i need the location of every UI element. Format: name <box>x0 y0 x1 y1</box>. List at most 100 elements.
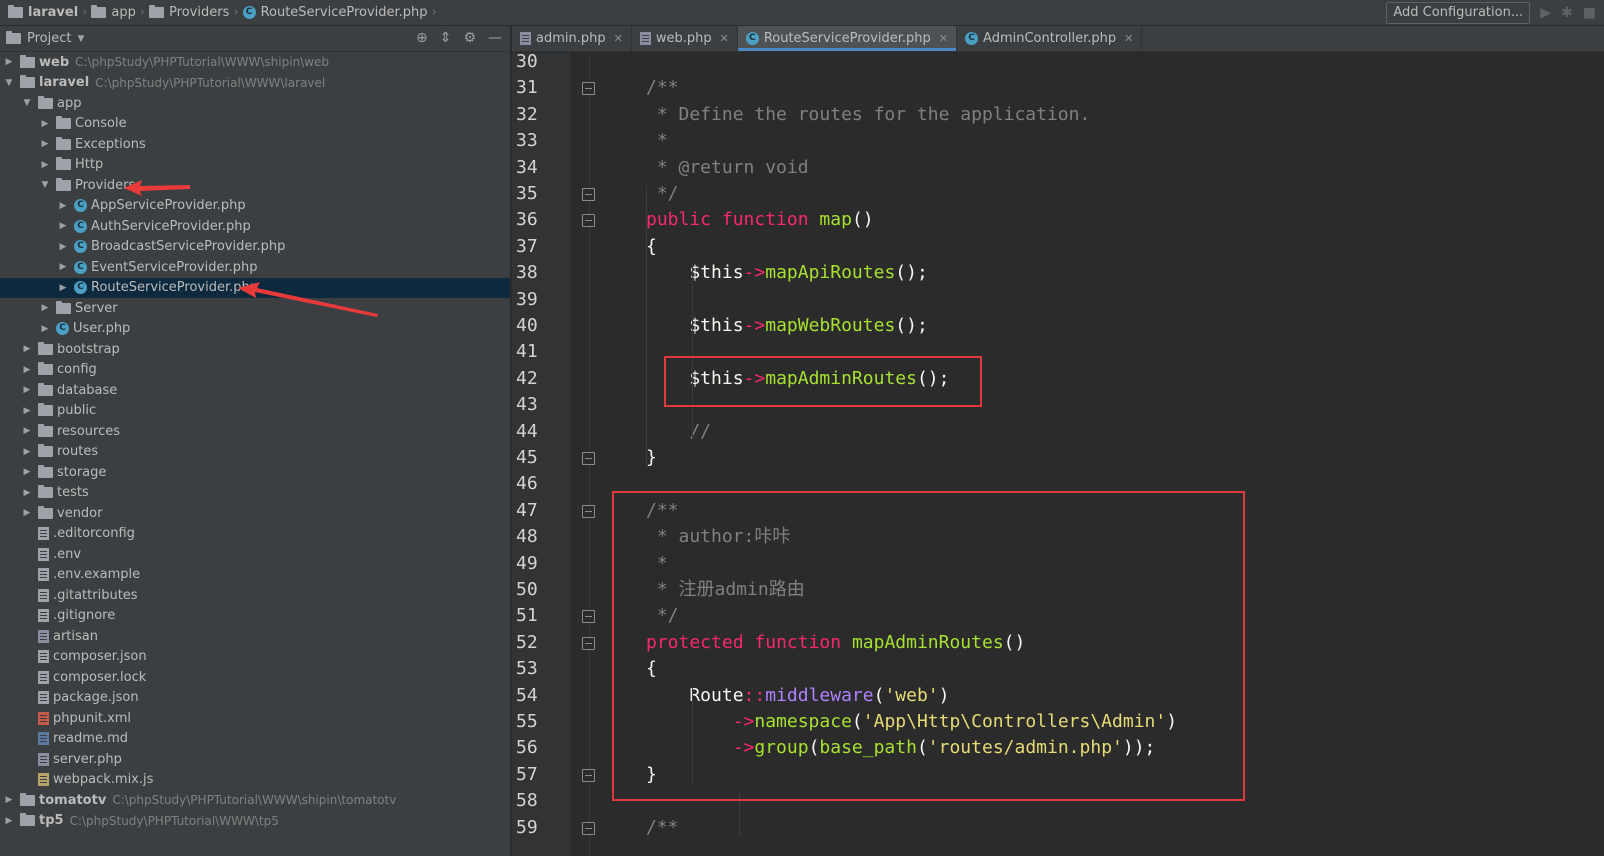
tree-item-resources[interactable]: ▶ resources <box>0 421 510 442</box>
tree-item-database[interactable]: ▶ database <box>0 380 510 401</box>
gear-icon[interactable]: ⚙ <box>463 30 476 46</box>
chevron-right-icon[interactable]: ▶ <box>56 201 70 211</box>
tree-item-composer-lock[interactable]: composer.lock <box>0 667 510 688</box>
chevron-right-icon[interactable]: ▶ <box>2 57 16 67</box>
chevron-right-icon[interactable]: ▶ <box>20 365 34 375</box>
chevron-right-icon[interactable]: ▶ <box>20 488 34 498</box>
tree-item-laravel[interactable]: ▼ laravel C:\phpStudy\PHPTutorial\WWW\lara… <box>0 73 510 94</box>
tree-item-env-example[interactable]: .env.example <box>0 565 510 586</box>
tree-item-routes[interactable]: ▶ routes <box>0 442 510 463</box>
tree-item-vendor[interactable]: ▶ vendor <box>0 503 510 524</box>
chevron-right-icon[interactable]: ▶ <box>56 221 70 231</box>
tree-item-appserviceprovider-php[interactable]: ▶ C AppServiceProvider.php <box>0 196 510 217</box>
chevron-right-icon[interactable]: ▶ <box>38 119 52 129</box>
tree-item-broadcastserviceprovider-php[interactable]: ▶ C BroadcastServiceProvider.php <box>0 237 510 258</box>
tree-item-eventserviceprovider-php[interactable]: ▶ C EventServiceProvider.php <box>0 257 510 278</box>
tree-item-webpack-mix-js[interactable]: webpack.mix.js <box>0 770 510 791</box>
tree-item-label: tp5 <box>39 813 64 829</box>
chevron-right-icon[interactable]: ▶ <box>20 385 34 395</box>
run-icon[interactable]: ▶ <box>1540 5 1551 21</box>
tree-item-http[interactable]: ▶ Http <box>0 155 510 176</box>
close-icon[interactable]: ✕ <box>614 32 623 45</box>
fold-marker-icon[interactable] <box>582 452 595 465</box>
chevron-right-icon[interactable]: ▶ <box>38 139 52 149</box>
project-view-selector[interactable]: Project ▼ <box>6 31 84 46</box>
fold-marker-icon[interactable] <box>582 214 595 228</box>
tree-item-web[interactable]: ▶ web C:\phpStudy\PHPTutorial\WWW\shipin\w… <box>0 52 510 73</box>
fold-marker-icon[interactable] <box>582 821 595 835</box>
fold-marker-icon[interactable] <box>582 504 595 518</box>
collapse-all-icon[interactable]: ⇕ <box>440 30 452 46</box>
tree-item-tp5[interactable]: ▶ tp5 C:\phpStudy\PHPTutorial\WWW\tp5 <box>0 811 510 832</box>
tab-admincontroller-php[interactable]: C AdminController.php ✕ <box>957 26 1143 51</box>
chevron-right-icon[interactable]: ▶ <box>20 406 34 416</box>
fold-marker-icon[interactable] <box>582 82 595 96</box>
tree-item-server-php[interactable]: server.php <box>0 749 510 770</box>
tree-item-readme-md[interactable]: readme.md <box>0 729 510 750</box>
chevron-right-icon[interactable]: ▶ <box>20 426 34 436</box>
tree-item-gitattributes[interactable]: .gitattributes <box>0 585 510 606</box>
tree-item-bootstrap[interactable]: ▶ bootstrap <box>0 339 510 360</box>
code-token: * Define the routes for the application. <box>646 103 1091 125</box>
line-number: 41 <box>516 341 538 363</box>
line-number: 44 <box>516 420 538 442</box>
tree-item-artisan[interactable]: artisan <box>0 626 510 647</box>
chevron-right-icon[interactable]: ▶ <box>38 160 52 170</box>
chevron-down-icon[interactable]: ▼ <box>2 78 16 88</box>
tree-item-public[interactable]: ▶ public <box>0 401 510 422</box>
tree-item-user-php[interactable]: ▶ C User.php <box>0 319 510 340</box>
annotation-arrow-providers <box>124 180 190 196</box>
tree-item-app[interactable]: ▼ app <box>0 93 510 114</box>
breadcrumb-item-providers[interactable]: Providers <box>145 5 233 20</box>
folder-icon <box>20 75 35 89</box>
tree-item-providers[interactable]: ▼ Providers <box>0 175 510 196</box>
chevron-right-icon[interactable]: ▶ <box>20 344 34 354</box>
chevron-right-icon[interactable]: ▶ <box>38 324 52 334</box>
chevron-right-icon[interactable]: ▶ <box>2 795 16 805</box>
tree-item-config[interactable]: ▶ config <box>0 360 510 381</box>
stop-icon[interactable]: ■ <box>1583 5 1596 21</box>
tab-web-php[interactable]: web.php ✕ <box>632 26 738 51</box>
tree-item-phpunit-xml[interactable]: phpunit.xml <box>0 708 510 729</box>
add-configuration-button[interactable]: Add Configuration... <box>1386 2 1531 24</box>
chevron-right-icon[interactable]: ▶ <box>56 262 70 272</box>
chevron-right-icon[interactable]: ▶ <box>2 816 16 826</box>
close-icon[interactable]: ✕ <box>939 32 948 45</box>
fold-marker-icon[interactable] <box>582 610 595 624</box>
minimize-icon[interactable]: — <box>488 30 502 46</box>
tree-item-exceptions[interactable]: ▶ Exceptions <box>0 134 510 155</box>
chevron-right-icon[interactable]: ▶ <box>20 447 34 457</box>
tree-item-gitignore[interactable]: .gitignore <box>0 606 510 627</box>
tree-item-composer-json[interactable]: composer.json <box>0 647 510 668</box>
tab-routeserviceprovider-php[interactable]: C RouteServiceProvider.php ✕ <box>737 26 958 51</box>
breadcrumb-item-routeserviceprovider-php[interactable]: C RouteServiceProvider.php <box>239 5 432 20</box>
debug-icon[interactable]: ✱ <box>1561 5 1573 21</box>
tree-item-storage[interactable]: ▶ storage <box>0 462 510 483</box>
tree-item-tests[interactable]: ▶ tests <box>0 483 510 504</box>
close-icon[interactable]: ✕ <box>720 32 729 45</box>
tree-item-tomatotv[interactable]: ▶ tomatotv C:\phpStudy\PHPTutorial\WWW\shi… <box>0 790 510 811</box>
chevron-right-icon[interactable]: ▶ <box>20 508 34 518</box>
chevron-down-icon[interactable]: ▼ <box>38 180 52 190</box>
tree-item-authserviceprovider-php[interactable]: ▶ C AuthServiceProvider.php <box>0 216 510 237</box>
code-editor[interactable]: 30 31 /** 32 * Define the routes for the ap… <box>512 51 1604 856</box>
breadcrumb-item-laravel[interactable]: laravel <box>4 5 82 20</box>
line-number: 33 <box>516 130 538 152</box>
breadcrumb-item-app[interactable]: app <box>87 5 139 20</box>
fold-marker-icon[interactable] <box>582 768 595 782</box>
tab-admin-php[interactable]: admin.php ✕ <box>512 26 632 51</box>
locate-icon[interactable]: ⊕ <box>416 30 428 46</box>
tree-item-console[interactable]: ▶ Console <box>0 114 510 135</box>
chevron-right-icon[interactable]: ▶ <box>20 467 34 477</box>
close-icon[interactable]: ✕ <box>1124 32 1133 45</box>
chevron-down-icon[interactable]: ▼ <box>20 98 34 108</box>
chevron-right-icon[interactable]: ▶ <box>38 303 52 313</box>
fold-marker-icon[interactable] <box>582 188 595 201</box>
tree-item-env[interactable]: .env <box>0 544 510 565</box>
fold-marker-icon[interactable] <box>582 636 595 650</box>
tree-item-label: .gitignore <box>53 608 116 624</box>
chevron-right-icon[interactable]: ▶ <box>56 242 70 252</box>
tree-item-package-json[interactable]: package.json <box>0 688 510 709</box>
tree-item-editorconfig[interactable]: .editorconfig <box>0 524 510 545</box>
chevron-right-icon[interactable]: ▶ <box>56 283 70 293</box>
